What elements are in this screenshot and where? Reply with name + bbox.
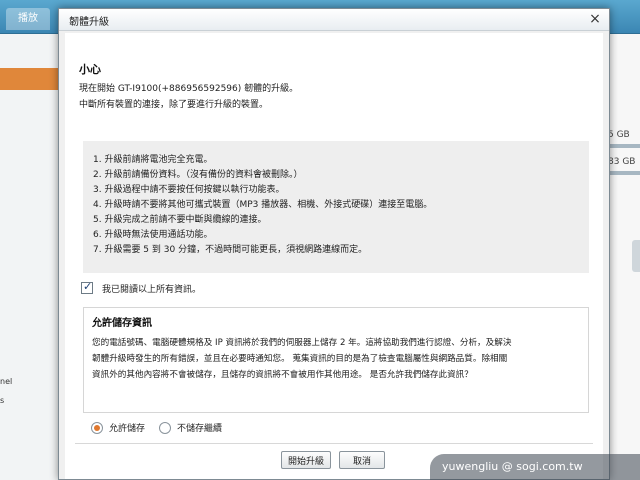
privacy-line: 資訊外的其他內容將不會被儲存，且儲存的資訊將不會被用作其他用途。 是否允許我們儲… (92, 370, 473, 380)
storage-size-1: 5 GB (608, 130, 630, 140)
radio-allow-label[interactable]: 允許儲存 (109, 421, 145, 434)
app-left-panel (0, 34, 62, 480)
footer-divider (75, 443, 593, 444)
app-left-text-2: s (0, 396, 5, 405)
privacy-text: 您的電話號碼、電腦硬體規格及 IP 資訊將於我們的伺服器上儲存 2 年。這將協助… (92, 335, 580, 383)
radio-allow-storage[interactable]: 允許儲存 (91, 421, 145, 434)
privacy-line: 您的電話號碼、電腦硬體規格及 IP 資訊將於我們的伺服器上儲存 2 年。這將協助… (92, 338, 512, 348)
agree-label[interactable]: 我已閱讀以上所有資訊。 (102, 282, 201, 295)
watermark: yuwengliu @ sogi.com.tw (430, 454, 640, 480)
privacy-line: 韌體升級時發生的所有錯誤，並且在必要時通知您。 蒐集資訊的目的是為了檢查電腦屬性… (92, 354, 508, 364)
step-item: 6. 升級時無法使用通話功能。 (93, 230, 213, 240)
storage-choice-group: 允許儲存 不儲存繼續 (91, 421, 236, 434)
dialog-titlebar[interactable]: 韌體升級 × (59, 9, 609, 31)
privacy-info-box: 允許儲存資訊 您的電話號碼、電腦硬體規格及 IP 資訊將於我們的伺服器上儲存 2… (83, 307, 589, 413)
dialog-content: 小心 現在開始 GT-I9100(+886956592596) 韌體的升級。 中… (65, 33, 603, 479)
step-item: 3. 升級過程中請不要按任何按鍵以執行功能表。 (93, 185, 285, 195)
radio-allow-icon[interactable] (91, 421, 103, 434)
dialog-buttons: 開始升級 取消 (281, 451, 393, 469)
close-icon[interactable]: × (587, 11, 603, 27)
step-item: 7. 升級需要 5 到 30 分鐘，不過時間可能更長，須視網路連線而定。 (93, 245, 368, 255)
agree-row[interactable]: 我已閱讀以上所有資訊。 (81, 280, 201, 295)
app-left-selected-item[interactable] (0, 68, 62, 90)
app-right-button[interactable] (632, 240, 640, 272)
radio-deny-label[interactable]: 不儲存繼續 (177, 421, 222, 434)
dialog-title: 韌體升級 (69, 17, 109, 28)
step-item: 2. 升級前請備份資料。（沒有備份的資料會被刪除。） (93, 170, 303, 180)
upgrade-steps-list: 1. 升級前請將電池完全充電。 2. 升級前請備份資料。（沒有備份的資料會被刪除… (83, 141, 589, 273)
intro-line: 中斷所有裝置的連接，除了要進行升級的裝置。 (79, 100, 269, 110)
cancel-button[interactable]: 取消 (339, 451, 385, 469)
agree-checkbox[interactable] (81, 280, 93, 294)
storage-size-2: 83 GB (608, 157, 636, 167)
start-upgrade-button[interactable]: 開始升級 (281, 451, 331, 469)
step-item: 4. 升級時請不要將其他可攜式裝置（MP3 播放器、相機、外接式硬碟）連接至電腦… (93, 200, 433, 210)
radio-deny-storage[interactable]: 不儲存繼續 (159, 421, 222, 434)
radio-deny-icon[interactable] (159, 421, 172, 434)
intro-text: 現在開始 GT-I9100(+886956592596) 韌體的升級。 中斷所有… (79, 81, 298, 113)
intro-line: 現在開始 GT-I9100(+886956592596) 韌體的升級。 (79, 84, 299, 94)
firmware-upgrade-dialog: 韌體升級 × 小心 現在開始 GT-I9100(+886956592596) 韌… (58, 8, 610, 480)
step-item: 1. 升級前請將電池完全充電。 (93, 155, 213, 165)
warning-title: 小心 (79, 63, 101, 76)
step-item: 5. 升級完成之前請不要中斷與纜線的連接。 (93, 215, 267, 225)
privacy-title: 允許儲存資訊 (92, 318, 152, 329)
app-left-text-1: nel (0, 377, 13, 386)
app-tab-play[interactable]: 播放 (6, 8, 50, 30)
